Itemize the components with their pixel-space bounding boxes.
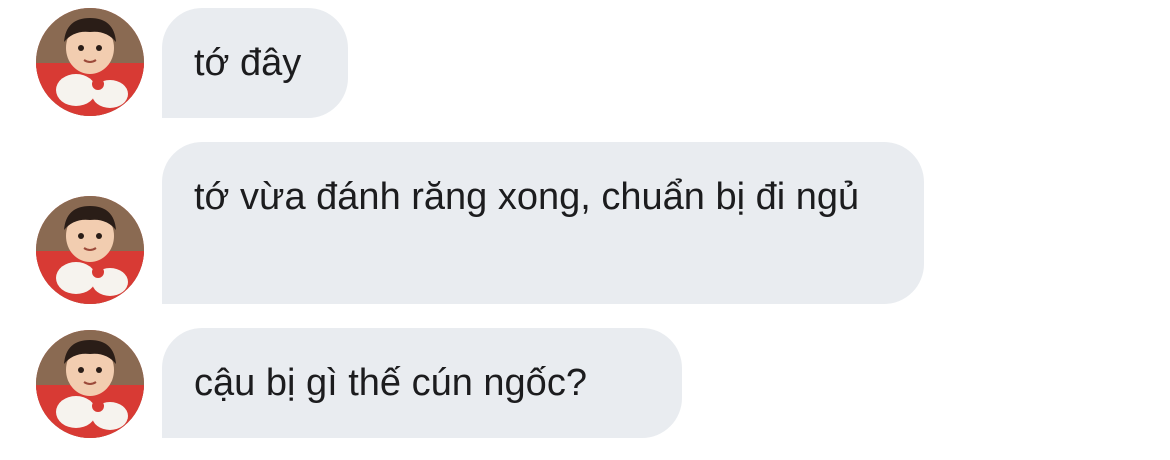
child-photo-avatar-icon [36, 330, 144, 438]
message-text: tớ vừa đánh răng xong, chuẩn bị đi ngủ [194, 176, 860, 218]
message-bubble[interactable]: cậu bị gì thế cún ngốc? [162, 328, 682, 438]
child-photo-avatar-icon [36, 196, 144, 304]
message-bubble[interactable]: tớ đây [162, 8, 348, 118]
child-photo-avatar-icon [36, 8, 144, 116]
sender-avatar[interactable] [36, 8, 144, 116]
message-bubble[interactable]: tớ vừa đánh răng xong, chuẩn bị đi ngủ [162, 142, 924, 304]
sender-avatar[interactable] [36, 196, 144, 304]
sender-avatar[interactable] [36, 330, 144, 438]
message-text: tớ đây [194, 42, 302, 84]
message-text: cậu bị gì thế cún ngốc? [194, 362, 587, 404]
